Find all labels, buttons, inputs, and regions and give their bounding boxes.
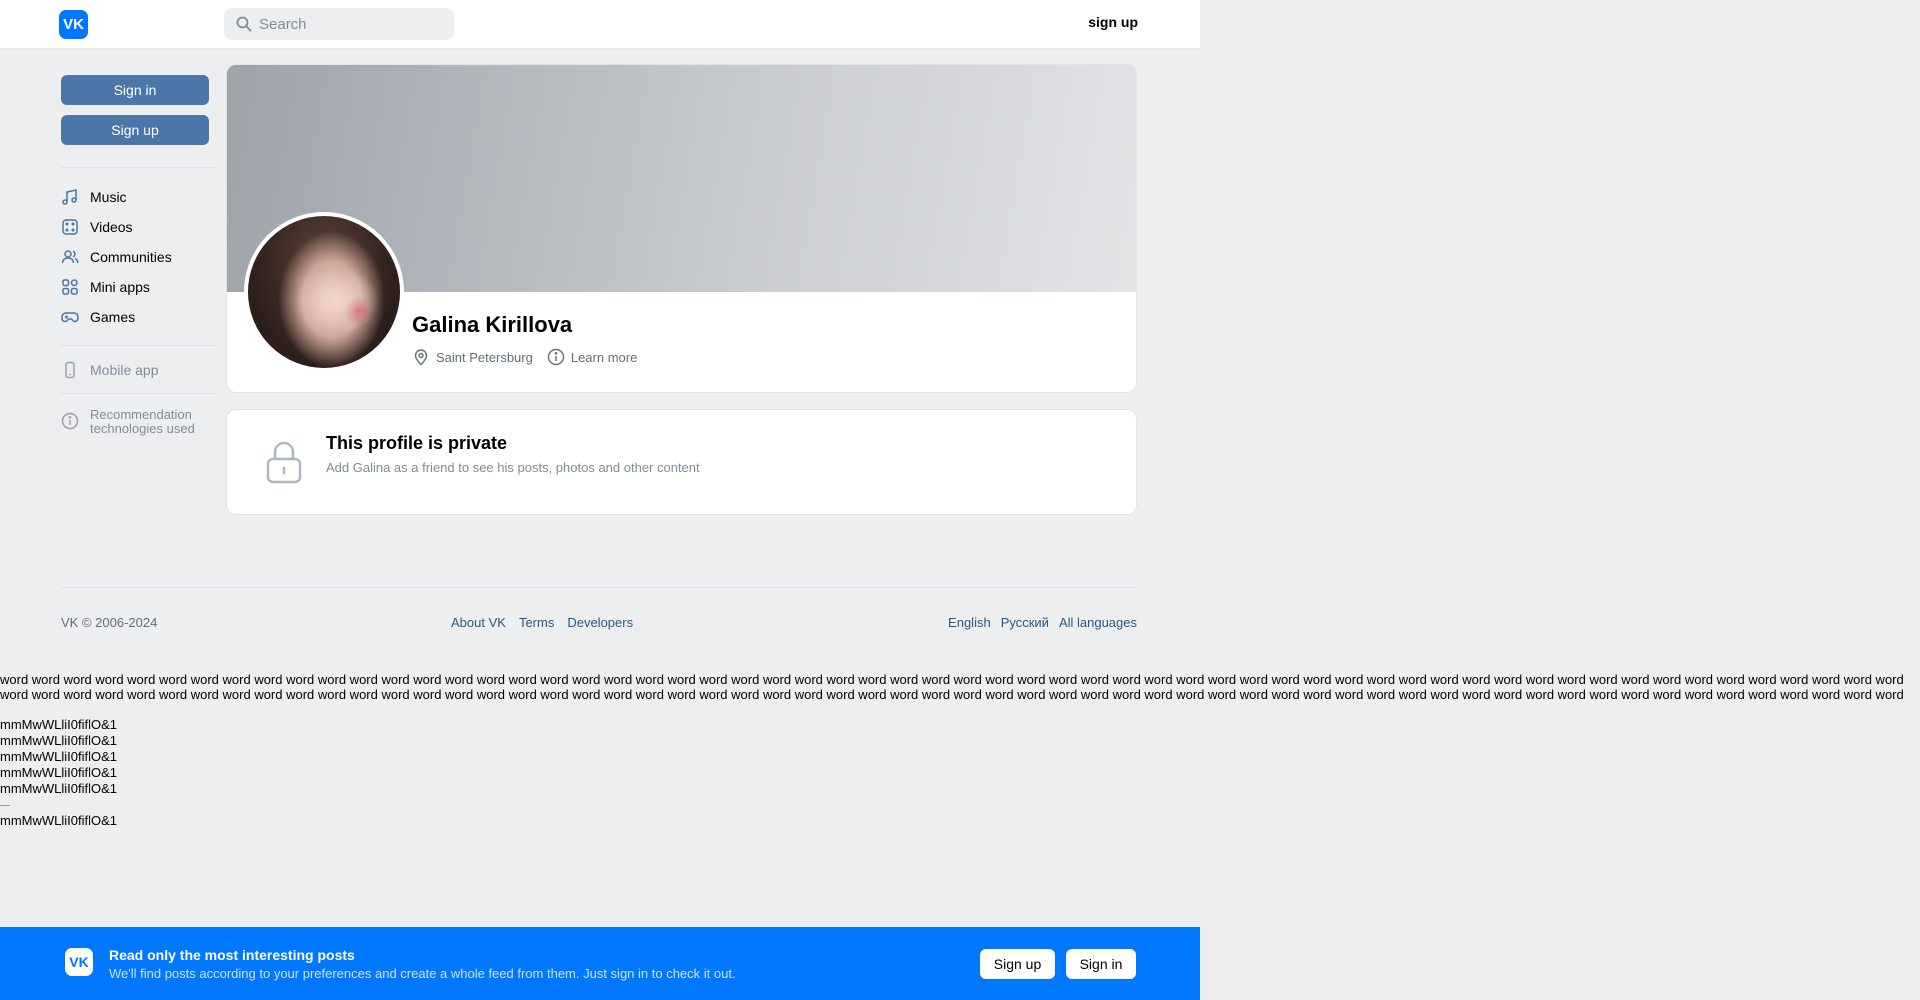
sidebar-item-label: Mini apps: [90, 279, 150, 295]
sidebar-item-label: Mobile app: [90, 362, 159, 378]
video-icon: [62, 219, 78, 235]
lock-icon: [266, 441, 302, 484]
recommendation-line-1: Recommendation: [90, 407, 192, 422]
footer-link-terms[interactable]: Terms: [519, 615, 554, 630]
sidebar-divider: [61, 393, 216, 394]
profile-meta: Saint Petersburg Learn more: [412, 348, 637, 366]
sidebar-item-mobile-app[interactable]: Mobile app: [61, 358, 216, 382]
info-icon: [547, 348, 565, 366]
location-icon: [414, 349, 428, 366]
phone-icon: [65, 361, 75, 379]
sidebar-signin-button[interactable]: Sign in: [61, 75, 209, 105]
vk-logo: VK: [65, 948, 93, 976]
footer-divider: [61, 587, 1137, 588]
glyph-line: mmMwWLliI0fiflO&1: [0, 781, 118, 796]
glyph-line: mmMwWLliI0fiflO&1: [0, 733, 118, 748]
gamepad-icon: [61, 312, 79, 323]
glyph-line: mmMwWLliI0fiflO&1: [0, 813, 118, 828]
sidebar-item-games[interactable]: Games: [61, 305, 216, 329]
footer-copyright: VK © 2006-2024: [61, 615, 158, 630]
sidebar-item-label: Music: [90, 189, 127, 205]
sidebar-divider: [61, 167, 216, 168]
footer-link-developers[interactable]: Developers: [567, 615, 633, 630]
sidebar-item-label: Recommendation technologies used: [90, 408, 195, 436]
info-icon: [61, 412, 79, 430]
sidebar-item-music[interactable]: Music: [61, 185, 216, 209]
apps-icon: [62, 279, 78, 295]
profile-name: Galina Kirillova: [412, 312, 573, 337]
banner-signup-button[interactable]: Sign up: [980, 949, 1055, 979]
banner-title: Read only the most interesting posts: [109, 947, 355, 963]
footer-links: About VK Terms Developers: [451, 615, 633, 630]
profile-city: Saint Petersburg: [436, 349, 533, 365]
language-english[interactable]: English: [948, 615, 991, 630]
glyph-line: mmMwWLliI0fiflO&1: [0, 717, 118, 732]
sidebar-item-videos[interactable]: Videos: [61, 215, 216, 239]
glyph-line: mmMwWLliI0fiflO&1: [0, 749, 118, 764]
sidebar-item-label: Games: [90, 309, 136, 325]
banner-signin-button[interactable]: Sign in: [1066, 949, 1136, 979]
glyph-separator: [0, 805, 10, 806]
word-test-text: word word word word word word word word …: [0, 672, 1904, 704]
footer-link-about[interactable]: About VK: [451, 615, 506, 630]
footer-languages: English Русский All languages: [948, 615, 1137, 630]
search-box[interactable]: [224, 8, 454, 40]
banner-subtitle: We'll find posts according to your prefe…: [109, 966, 736, 981]
header-signup-link[interactable]: sign up: [1050, 14, 1138, 30]
sidebar-item-label: Videos: [90, 219, 133, 235]
search-input[interactable]: [259, 8, 444, 40]
search-icon: [236, 16, 252, 32]
sidebar-item-mini-apps[interactable]: Mini apps: [61, 275, 216, 299]
sidebar-item-label: Communities: [90, 249, 172, 265]
learn-more-label: Learn more: [570, 349, 638, 365]
language-all[interactable]: All languages: [1059, 615, 1137, 630]
sidebar-signup-button[interactable]: Sign up: [61, 115, 209, 145]
private-subtitle: Add Galina as a friend to see his posts,…: [326, 460, 700, 475]
users-icon: [61, 250, 79, 264]
vk-logo[interactable]: VK: [59, 10, 88, 39]
private-title: This profile is private: [326, 433, 508, 453]
recommendation-line-2: technologies used: [90, 421, 195, 436]
music-icon: [62, 189, 77, 205]
sidebar-divider: [61, 345, 216, 346]
private-profile-card: This profile is private Add Galina as a …: [226, 409, 1137, 515]
learn-more-link[interactable]: Learn more: [547, 348, 637, 366]
avatar[interactable]: [244, 212, 404, 372]
sidebar-item-recommendation[interactable]: Recommendation technologies used: [61, 408, 216, 444]
signin-promo-banner: VK Read only the most interesting posts …: [0, 927, 1200, 1000]
sidebar-item-communities[interactable]: Communities: [61, 245, 216, 269]
glyph-test-text: mmMwWLliI0fiflO&1 mmMwWLliI0fiflO&1 mmMw…: [0, 717, 117, 829]
top-header: VK sign up: [0, 0, 1200, 49]
language-russian[interactable]: Русский: [1001, 615, 1049, 630]
glyph-line: mmMwWLliI0fiflO&1: [0, 765, 118, 780]
